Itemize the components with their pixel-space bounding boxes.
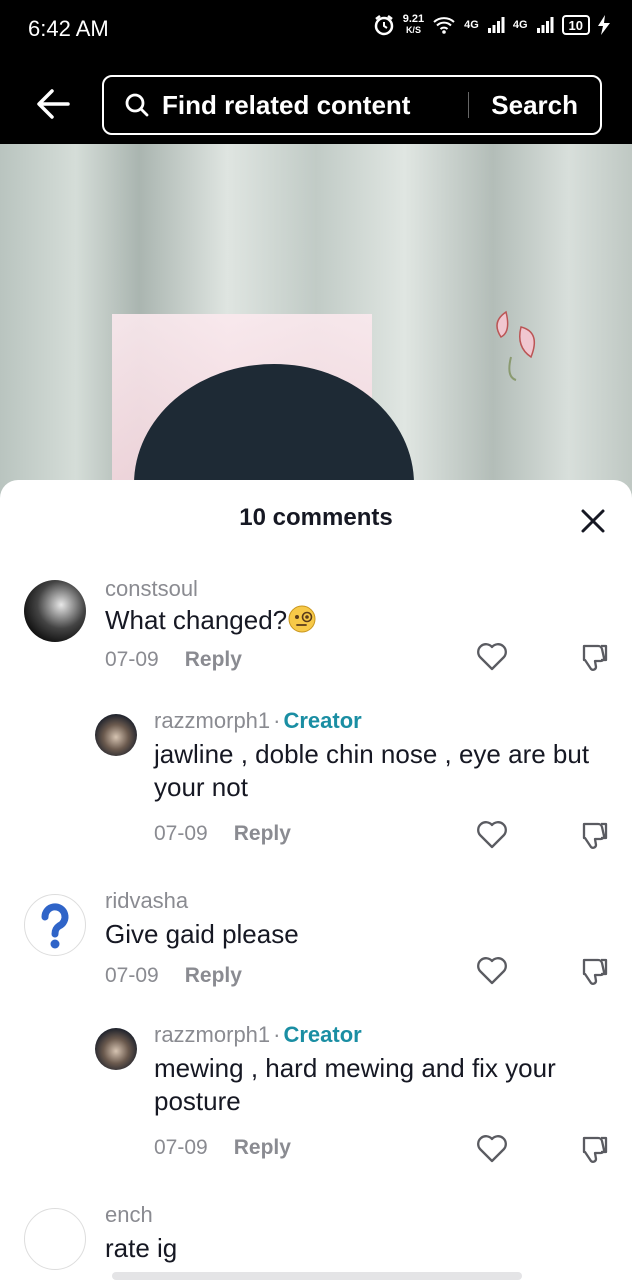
search-button[interactable]: Search: [491, 90, 578, 121]
heart-icon[interactable]: [475, 818, 509, 852]
comment-date: 07-09: [105, 648, 159, 671]
alarm-icon: [374, 15, 393, 36]
network-type-1: 4G: [464, 19, 479, 31]
search-icon: [125, 93, 149, 117]
reply-button[interactable]: Reply: [185, 964, 242, 987]
reply-button[interactable]: Reply: [185, 648, 242, 671]
search-bar[interactable]: Find related content Search: [102, 75, 602, 135]
comment-text: What changed?: [105, 604, 317, 637]
heart-icon[interactable]: [475, 954, 509, 988]
comment-meta: 07-09 Reply: [154, 822, 291, 846]
comment-username[interactable]: constsoul: [105, 576, 198, 602]
comment-input-edge: [112, 1272, 522, 1280]
top-bar: Find related content Search: [0, 62, 632, 144]
wifi-icon: [433, 17, 455, 34]
comment-text: Give gaid please: [105, 919, 299, 949]
status-icons: 9.21 K/S 4G 4G 10: [373, 14, 610, 36]
video-preview[interactable]: [0, 144, 632, 504]
dislike-icon[interactable]: [578, 1132, 612, 1166]
heart-icon[interactable]: [475, 640, 509, 674]
comment-username: razzmorph1 · Creator: [154, 1022, 362, 1047]
reply-button[interactable]: Reply: [234, 822, 291, 845]
network-type-2: 4G: [512, 19, 528, 31]
status-bar: 6:42 AM 9.21 K/S 4G 4G 10: [0, 0, 632, 62]
question-mark-icon: [41, 903, 69, 949]
comment-text: rate ig: [105, 1233, 178, 1263]
separator: ·: [273, 708, 281, 733]
reply-button[interactable]: Reply: [234, 1136, 291, 1159]
avatar[interactable]: [95, 714, 137, 756]
comment-date: 07-09: [154, 1136, 208, 1159]
dislike-icon[interactable]: [578, 640, 612, 674]
heart-icon[interactable]: [475, 1132, 509, 1166]
battery-icon: 10: [561, 15, 590, 35]
net-speed: 9.21 K/S: [402, 13, 425, 36]
comment-text: jawline , doble chin nose , eye are but …: [154, 739, 590, 802]
comment-username[interactable]: ridvasha: [105, 888, 188, 914]
charging-icon: [598, 15, 610, 35]
avatar[interactable]: [24, 580, 86, 642]
comments-sheet: 10 comments constsoul What changed? 07-0…: [0, 480, 632, 1280]
curtain-flower-pattern: [496, 310, 536, 381]
comments-count-title: 10 comments: [239, 504, 393, 531]
dislike-icon[interactable]: [578, 818, 612, 852]
comment-date: 07-09: [154, 822, 208, 845]
search-input[interactable]: Find related content: [162, 90, 468, 121]
back-arrow-icon[interactable]: [32, 82, 76, 126]
comment-meta: 07-09 Reply: [154, 1136, 291, 1160]
close-icon[interactable]: [578, 506, 608, 536]
creator-badge: Creator: [283, 708, 362, 733]
creator-badge: Creator: [283, 1022, 362, 1047]
separator: ·: [273, 1022, 281, 1047]
comment-meta: 07-09 Reply: [105, 648, 242, 672]
avatar[interactable]: [95, 1028, 137, 1070]
status-time: 6:42 AM: [28, 16, 109, 41]
search-divider: [468, 92, 470, 118]
comment-date: 07-09: [105, 964, 159, 987]
comment-text: mewing , hard mewing and fix your postur…: [154, 1053, 556, 1116]
comment-meta: 07-09 Reply: [105, 964, 242, 988]
comment-username: razzmorph1 · Creator: [154, 708, 362, 733]
dislike-icon[interactable]: [578, 954, 612, 988]
avatar[interactable]: [24, 1208, 86, 1270]
signal-icon-2: [536, 17, 554, 33]
comment-username[interactable]: ench: [105, 1202, 153, 1228]
face-with-monocle-icon: [288, 605, 316, 633]
avatar[interactable]: [24, 894, 86, 956]
signal-icon: [487, 17, 505, 33]
